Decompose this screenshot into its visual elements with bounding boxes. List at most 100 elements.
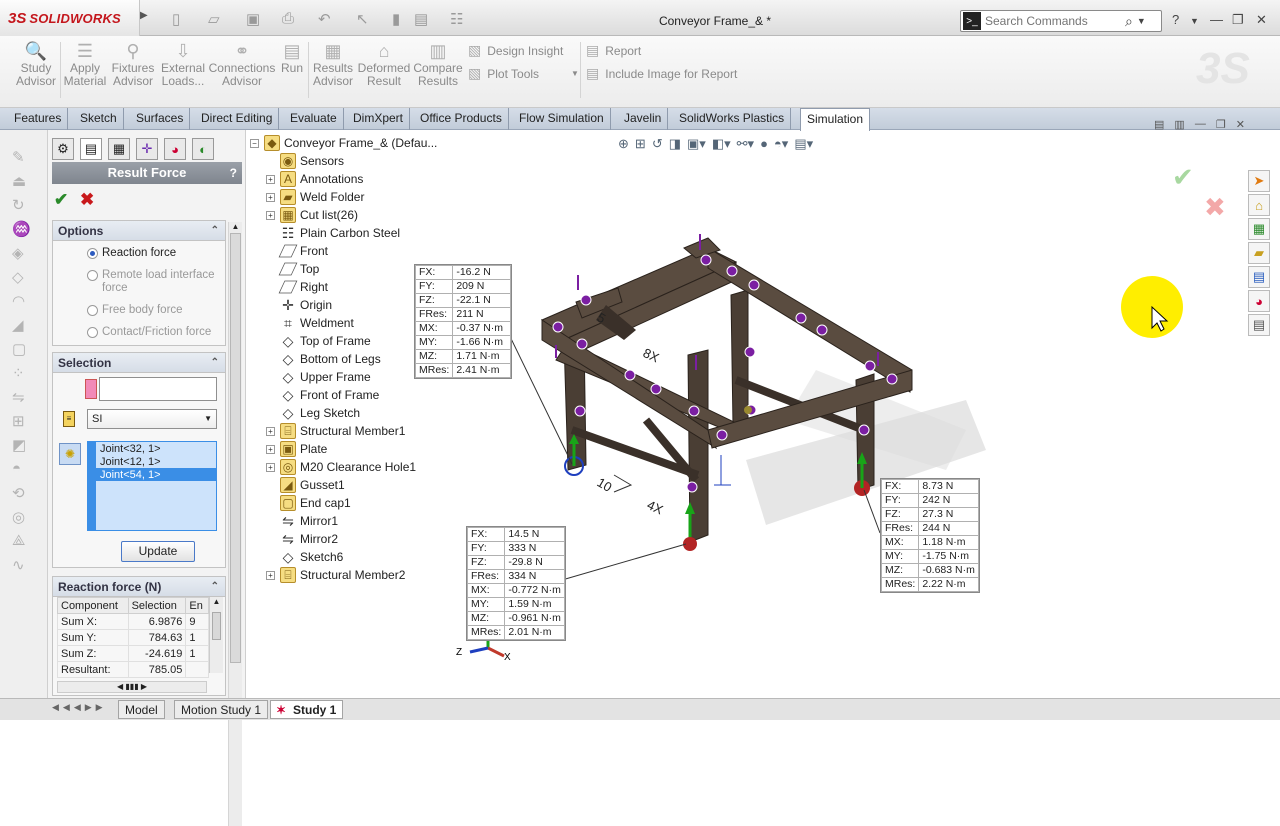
tree-item[interactable]: + ▣ Plate — [266, 440, 327, 458]
tab-study-1[interactable]: ✶ Study 1 — [270, 700, 344, 719]
table-header[interactable]: Selection — [127, 597, 187, 614]
draft-icon[interactable]: ◩ — [12, 436, 26, 454]
radio-unselected-icon[interactable] — [87, 305, 98, 316]
reference-geometry-icon[interactable]: ⟁ — [12, 532, 25, 549]
tree-item[interactable]: ⌗ Weldment — [280, 314, 354, 332]
search-box[interactable]: >_ ⌕ ▼ — [960, 10, 1162, 32]
pattern-icon[interactable]: ⁘ — [12, 364, 25, 382]
radio-unselected-icon[interactable] — [87, 327, 98, 338]
expand-icon[interactable]: + — [266, 426, 275, 436]
tree-item[interactable]: ▢ End cap1 — [280, 494, 351, 512]
report-button[interactable]: ▤ Report — [586, 42, 641, 59]
tab-javelin[interactable]: Javelin — [618, 108, 669, 130]
collapse-chevron-icon[interactable]: ⌃ — [211, 577, 219, 597]
tree-item[interactable]: ◇ Upper Frame — [280, 368, 371, 386]
tree-item[interactable]: + ⌸ Structural Member2 — [266, 566, 405, 584]
compare-results-button[interactable]: ▥ Compare Results — [412, 40, 464, 104]
table-scrollbar[interactable]: ▲ — [209, 597, 223, 673]
save-icon[interactable]: ▣ — [246, 10, 260, 28]
search-input[interactable] — [985, 14, 1125, 28]
tree-item[interactable]: + ▦ Cut list(26) — [266, 206, 358, 224]
result-label-2[interactable]: FX: 14.5 N FY: 333 N FZ: -29.8 N FRes: 334 N MX:… — [466, 526, 566, 641]
study-advisor-button[interactable]: 🔍 Study Advisor — [14, 40, 58, 104]
table-hscrollbar[interactable]: ◀ ▮▮▮ ▶ — [57, 681, 207, 693]
expand-icon[interactable]: + — [266, 210, 275, 220]
extrude-icon[interactable]: ⏏ — [12, 172, 26, 190]
design-library-icon[interactable]: ▦ — [1248, 218, 1270, 240]
connections-advisor-button[interactable]: ⚭ Connections Advisor — [209, 40, 276, 104]
tab-solidworks-plastics[interactable]: SolidWorks Plastics — [673, 108, 792, 130]
curves-icon[interactable]: ∿ — [12, 556, 25, 574]
tree-item[interactable]: Top — [278, 260, 319, 278]
feature-manager-tab-icon[interactable]: ⚙ — [52, 138, 74, 160]
home-icon[interactable]: ⌂ — [1248, 194, 1270, 216]
search-mode-icon[interactable]: >_ — [963, 12, 981, 30]
wrap-icon[interactable]: ⟲ — [12, 484, 25, 502]
display-manager-tab-icon[interactable]: ◕ — [164, 138, 186, 160]
expand-icon[interactable]: + — [266, 444, 275, 454]
custom-properties-icon[interactable]: ▤ — [1248, 314, 1270, 336]
tree-item[interactable]: + ⌸ Structural Member1 — [266, 422, 405, 440]
rebuild-icon[interactable]: ▮ — [392, 10, 400, 28]
tree-item[interactable]: ◇ Top of Frame — [280, 332, 371, 350]
tab-surfaces[interactable]: Surfaces — [130, 108, 191, 130]
tab-model[interactable]: Model — [118, 700, 165, 719]
tree-item[interactable]: ⇋ Mirror2 — [280, 530, 338, 548]
pm-scrollbar[interactable]: ▲ — [228, 222, 242, 826]
tab-motion-study-1[interactable]: Motion Study 1 — [174, 700, 269, 719]
cancel-x-icon[interactable]: ✖ — [80, 190, 94, 210]
apply-material-button[interactable]: ☰ Apply Material — [62, 40, 108, 104]
undo-icon[interactable]: ↶ — [318, 10, 331, 28]
tree-root[interactable]: − ◆ Conveyor Frame_& (Defau... — [250, 134, 437, 152]
tab-evaluate[interactable]: Evaluate — [284, 108, 344, 130]
sweep-icon[interactable]: ♒ — [12, 220, 31, 238]
tab-sketch[interactable]: Sketch — [74, 108, 124, 130]
tree-item[interactable]: ☷ Plain Carbon Steel — [280, 224, 400, 242]
scroll-up-icon[interactable]: ▲ — [229, 222, 242, 231]
units-dropdown-icon[interactable]: ▼ — [204, 410, 212, 428]
close-icon[interactable]: ✕ — [1256, 12, 1267, 28]
tree-item[interactable]: ◇ Sketch6 — [280, 548, 344, 566]
boundary-icon[interactable]: ◇ — [12, 268, 24, 286]
joint-item[interactable]: Joint<32, 1> — [96, 442, 216, 455]
property-manager-tab-icon[interactable]: ▤ — [80, 138, 102, 160]
collapse-chevron-icon[interactable]: ⌃ — [211, 221, 219, 241]
rib-icon[interactable]: ⊞ — [12, 412, 25, 430]
plot-tools-dropdown-icon[interactable]: ▼ — [571, 69, 579, 78]
tab-dimxpert[interactable]: DimXpert — [347, 108, 411, 130]
scroll-thumb[interactable] — [230, 233, 241, 663]
expand-icon[interactable]: + — [266, 174, 275, 184]
reaction-force-header[interactable]: Reaction force (N) ⌃ — [53, 577, 225, 597]
tab-scroll-arrows-icon[interactable]: ◀◀◀▶▶ — [52, 702, 107, 713]
help-icon[interactable]: ? — [1172, 12, 1179, 27]
radio-remote-load[interactable]: Remote load interface force — [87, 269, 225, 295]
expand-icon[interactable]: + — [266, 192, 275, 202]
options-icon[interactable]: ☷ — [450, 10, 463, 28]
tree-item[interactable]: ⇋ Mirror1 — [280, 512, 338, 530]
scroll-up-icon[interactable]: ▲ — [210, 597, 223, 606]
chamfer-icon[interactable]: ◢ — [12, 316, 24, 334]
scroll-thumb[interactable] — [212, 612, 221, 640]
view-palette-icon[interactable]: ▤ — [1248, 266, 1270, 288]
hole-wizard-icon[interactable]: ◎ — [12, 508, 25, 526]
tab-direct-editing[interactable]: Direct Editing — [195, 108, 280, 130]
tree-item[interactable]: ◉ Sensors — [280, 152, 344, 170]
dimxpert-manager-tab-icon[interactable]: ✛ — [136, 138, 158, 160]
radio-free-body-force[interactable]: Free body force — [87, 304, 225, 317]
radio-contact-friction-force[interactable]: Contact/Friction force — [87, 326, 225, 339]
expand-icon[interactable]: + — [266, 462, 275, 472]
design-insight-button[interactable]: ▧ Design Insight — [468, 42, 563, 59]
plot-tools-button[interactable]: ▧ Plot Tools ▼ — [468, 65, 579, 82]
joint-selection-icon[interactable]: ✺ — [59, 443, 81, 465]
external-loads-button[interactable]: ⇩ External Loads... — [158, 40, 208, 104]
table-header[interactable]: En — [185, 597, 209, 614]
new-document-icon[interactable]: ▯ — [172, 10, 180, 28]
joint-list[interactable]: Joint<32, 1> Joint<12, 1> Joint<54, 1> — [95, 441, 217, 531]
ok-check-icon[interactable]: ✔ — [54, 190, 68, 210]
tree-item[interactable]: + ◎ M20 Clearance Hole1 — [266, 458, 416, 476]
tab-flow-simulation[interactable]: Flow Simulation — [513, 108, 611, 130]
joint-item[interactable]: Joint<12, 1> — [96, 455, 216, 468]
run-button[interactable]: ▤ Run — [278, 40, 306, 104]
help-dropdown-icon[interactable]: ▼ — [1190, 16, 1199, 26]
shell-icon[interactable]: ▢ — [12, 340, 26, 358]
